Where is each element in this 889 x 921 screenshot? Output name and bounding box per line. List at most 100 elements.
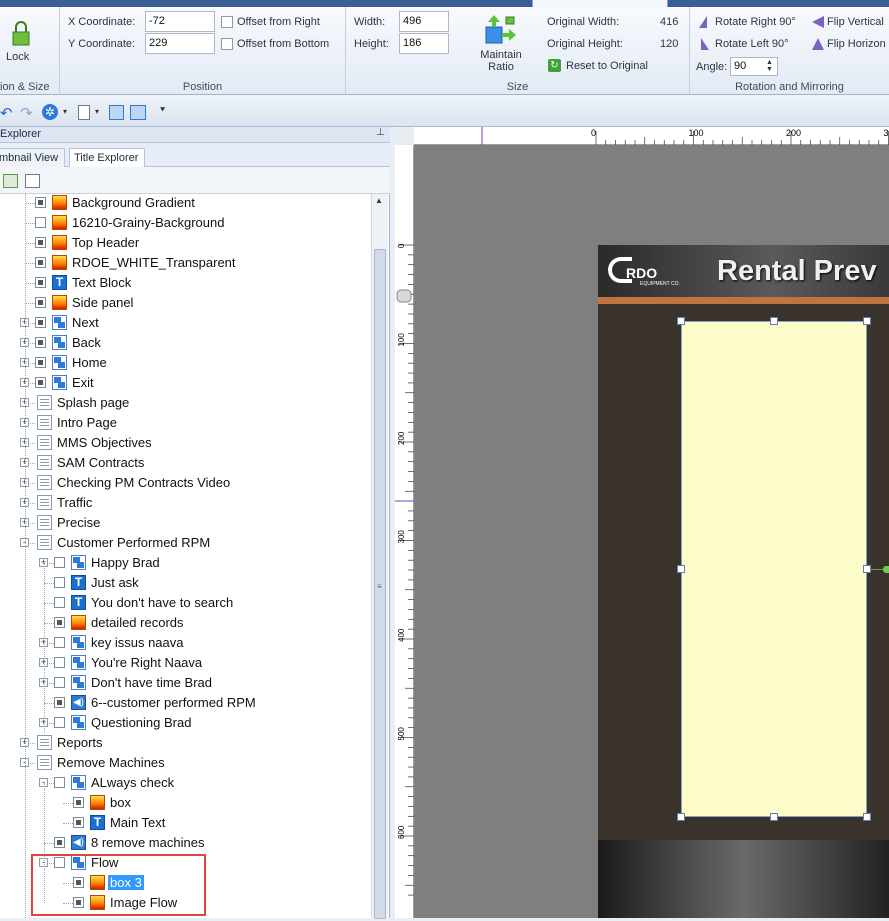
ruler-slider-handle[interactable] <box>396 289 412 303</box>
tree-item[interactable]: Top Header <box>0 233 371 253</box>
tree-item[interactable]: + Intro Page <box>0 413 371 433</box>
tree-item[interactable]: + You're Right Naava <box>0 653 371 673</box>
y-coordinate-input[interactable]: 229 <box>145 33 215 54</box>
resize-handle-left[interactable] <box>677 565 685 573</box>
visibility-checkbox[interactable] <box>54 557 65 568</box>
tree-item[interactable]: box <box>0 793 371 813</box>
visibility-checkbox[interactable] <box>54 717 65 728</box>
visibility-checkbox[interactable] <box>54 657 65 668</box>
gear-icon[interactable]: ✲ <box>42 104 58 120</box>
angle-spinner-icon[interactable]: ▲ ▼ <box>766 59 773 73</box>
tree-item[interactable]: RDOE_WHITE_Transparent <box>0 253 371 273</box>
tree-item[interactable]: + Next <box>0 313 371 333</box>
tree-item[interactable]: T You don't have to search <box>0 593 371 613</box>
tree-item[interactable]: T Main Text <box>0 813 371 833</box>
visibility-checkbox[interactable] <box>54 637 65 648</box>
tree-item[interactable]: - Remove Machines <box>0 753 371 773</box>
scroll-up-icon[interactable]: ▲ <box>375 196 383 205</box>
scrollbar-thumb[interactable]: ≡ <box>374 249 386 919</box>
resize-handle-bottom[interactable] <box>770 813 778 821</box>
tree-item[interactable]: Side panel <box>0 293 371 313</box>
flip-vertical-button[interactable]: Flip Vertical <box>811 15 889 31</box>
resize-handle-bottom-right[interactable] <box>863 813 871 821</box>
visibility-checkbox[interactable] <box>35 197 46 208</box>
tree-item[interactable]: detailed records <box>0 613 371 633</box>
visibility-checkbox[interactable] <box>54 597 65 608</box>
tab-title-explorer[interactable]: Title Explorer <box>69 148 145 168</box>
tab-thumbnail-view[interactable]: mbnail View <box>0 148 65 167</box>
resize-handle-top[interactable] <box>770 317 778 325</box>
tree-item[interactable]: 16210-Grainy-Background <box>0 213 371 233</box>
visibility-checkbox[interactable] <box>73 797 84 808</box>
visibility-checkbox[interactable] <box>35 297 46 308</box>
tree-item[interactable]: + Back <box>0 333 371 353</box>
explorer-scrollbar[interactable]: ▲ ≡ <box>371 194 388 919</box>
pin-icon[interactable]: ⊥ <box>376 127 385 138</box>
tree-item[interactable]: + Precise <box>0 513 371 533</box>
tree-item[interactable]: + Don't have time Brad <box>0 673 371 693</box>
resize-handle-top-left[interactable] <box>677 317 685 325</box>
add-layer-icon[interactable] <box>3 174 18 188</box>
visibility-checkbox[interactable] <box>54 777 65 788</box>
tree-item[interactable]: + Home <box>0 353 371 373</box>
flip-horizontal-button[interactable]: Flip Horizon <box>811 37 889 53</box>
resize-handle-top-right[interactable] <box>863 317 871 325</box>
maintain-ratio-button[interactable] <box>484 13 518 47</box>
rotate-left-button[interactable]: Rotate Left 90° <box>697 37 807 53</box>
selected-box-3[interactable] <box>681 321 867 817</box>
reset-to-original-button[interactable]: ↻ Reset to Original <box>547 58 677 75</box>
visibility-checkbox[interactable] <box>35 277 46 288</box>
width-input[interactable]: 496 <box>399 11 449 32</box>
resize-handle-right[interactable] <box>863 565 871 573</box>
top-header-image[interactable]: RDO EQUIPMENT CO. Rental Prev <box>598 245 889 299</box>
visibility-checkbox[interactable] <box>35 317 46 328</box>
tree-item[interactable]: - ALways check <box>0 773 371 793</box>
visibility-checkbox[interactable] <box>73 817 84 828</box>
tree-item[interactable]: + Checking PM Contracts Video <box>0 473 371 493</box>
visibility-checkbox[interactable] <box>35 217 46 228</box>
visibility-checkbox[interactable] <box>54 837 65 848</box>
tab-position-and-size[interactable] <box>532 0 668 7</box>
redo-icon[interactable]: ↷ <box>20 104 33 122</box>
tree-item[interactable]: + Exit <box>0 373 371 393</box>
x-coordinate-input[interactable]: -72 <box>145 11 215 32</box>
visibility-checkbox[interactable] <box>54 617 65 628</box>
rotate-right-button[interactable]: Rotate Right 90° <box>697 15 807 31</box>
chevron-down-icon[interactable]: ▾ <box>63 107 67 116</box>
visibility-checkbox[interactable] <box>35 237 46 248</box>
arrange-icon[interactable] <box>130 105 146 120</box>
visibility-checkbox[interactable] <box>35 357 46 368</box>
layout-icon[interactable] <box>109 105 124 120</box>
tree-item[interactable]: - Customer Performed RPM <box>0 533 371 553</box>
tree-item[interactable]: + Reports <box>0 733 371 753</box>
rotation-handle[interactable] <box>883 566 889 573</box>
tree-item[interactable]: + Traffic <box>0 493 371 513</box>
tree-item[interactable]: + key issus naava <box>0 633 371 653</box>
undo-icon[interactable]: ↶ <box>0 104 13 122</box>
resize-handle-bottom-left[interactable] <box>677 813 685 821</box>
chevron-down-icon-2[interactable]: ▾ <box>95 107 99 116</box>
tree-item[interactable]: + Questioning Brad <box>0 713 371 733</box>
height-input[interactable]: 186 <box>399 33 449 54</box>
tree-item[interactable]: ◀) 6--customer performed RPM <box>0 693 371 713</box>
customize-toolbar-icon[interactable]: ⯆ <box>159 105 166 116</box>
lock-button[interactable] <box>10 21 32 47</box>
tree-item[interactable]: + Splash page <box>0 393 371 413</box>
tree-item[interactable]: + Happy Brad <box>0 553 371 573</box>
visibility-checkbox[interactable] <box>35 377 46 388</box>
tree-item[interactable]: T Just ask <box>0 573 371 593</box>
tree-item[interactable]: + MMS Objectives <box>0 433 371 453</box>
tree-item[interactable]: ◀) 8 remove machines <box>0 833 371 853</box>
offset-right-checkbox[interactable] <box>221 16 233 28</box>
offset-bottom-checkbox[interactable] <box>221 38 233 50</box>
tree-item[interactable]: Background Gradient <box>0 194 371 213</box>
tree-item[interactable]: T Text Block <box>0 273 371 293</box>
visibility-checkbox[interactable] <box>54 677 65 688</box>
tree-item[interactable]: + SAM Contracts <box>0 453 371 473</box>
visibility-checkbox[interactable] <box>54 697 65 708</box>
footer-image[interactable] <box>598 840 889 918</box>
visibility-checkbox[interactable] <box>35 337 46 348</box>
visibility-checkbox[interactable] <box>54 577 65 588</box>
page-icon[interactable] <box>78 105 90 120</box>
add-page-icon[interactable] <box>25 174 40 188</box>
